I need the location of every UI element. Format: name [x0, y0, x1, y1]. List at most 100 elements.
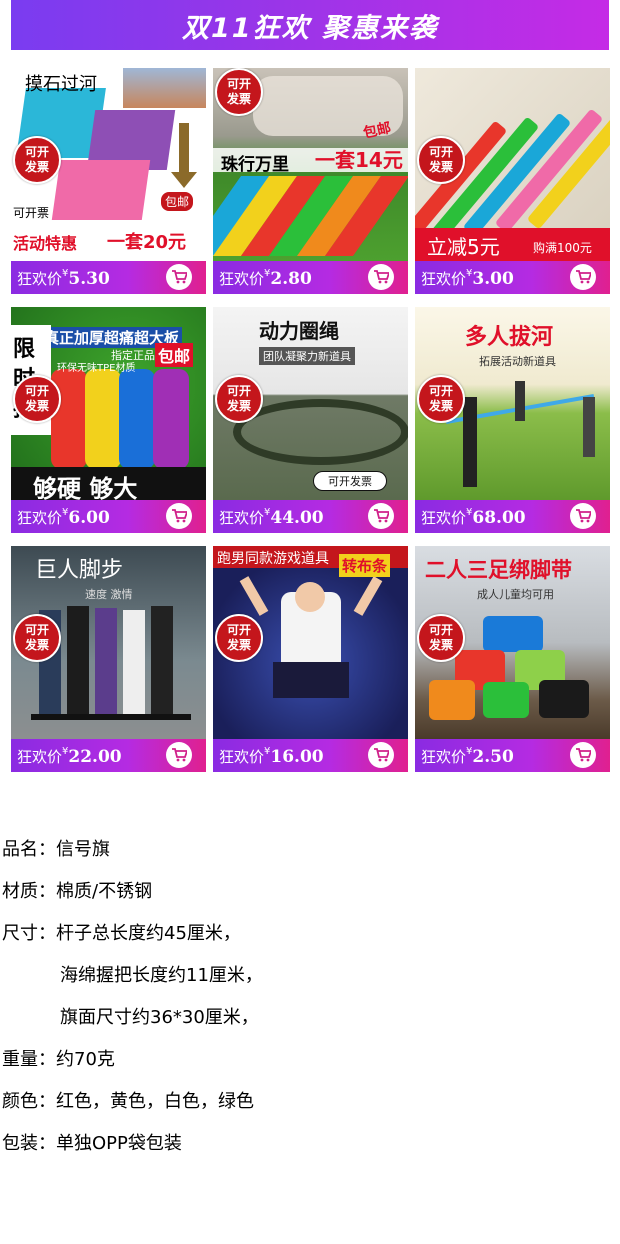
add-to-cart-button[interactable] [570, 264, 596, 290]
spec-row-size-cont: 海绵握把长度约11厘米， [60, 961, 263, 987]
price-value: 3.00 [472, 269, 514, 289]
add-to-cart-button[interactable] [570, 742, 596, 768]
spec-label: 材质： [2, 881, 56, 902]
product-caption: 珠行万里 [221, 155, 289, 175]
invoice-badge: 可开 发票 [417, 375, 465, 423]
product-caption: 巨人脚步 [35, 558, 124, 583]
price-value: 5.30 [68, 269, 110, 289]
product-card[interactable]: 二人三足绑脚带 成人儿童均可用 可开 发票 狂欢价¥2.50 [415, 546, 610, 772]
product-card[interactable]: 巨人脚步 速度 激情 可开 发票 狂欢价¥22.00 [11, 546, 206, 772]
product-card[interactable]: 珠行万里 一套14元 包邮 可开 发票 狂欢价¥2.80 [213, 68, 408, 294]
price-value: 16.00 [270, 747, 324, 767]
price-bar: 狂欢价¥16.00 [213, 739, 408, 772]
product-caption: 环保无味TPE材质 [57, 363, 136, 374]
cart-icon [576, 748, 591, 762]
add-to-cart-button[interactable] [368, 264, 394, 290]
product-caption: 成人儿童均可用 [477, 588, 554, 601]
price-value: 2.80 [270, 269, 312, 289]
add-to-cart-button[interactable] [570, 503, 596, 529]
price-label: 狂欢价¥44.00 [219, 507, 324, 528]
product-caption: 速度 激情 [85, 588, 133, 601]
product-caption: 一套14元 [315, 148, 403, 172]
price-value: 6.00 [68, 508, 110, 528]
price-label: 狂欢价¥5.30 [17, 268, 110, 289]
add-to-cart-button[interactable] [166, 503, 192, 529]
price-bar: 狂欢价¥5.30 [11, 261, 206, 294]
cart-icon [374, 270, 389, 284]
invoice-label: 可开发票 [313, 471, 387, 491]
product-caption: 二人三足绑脚带 [425, 558, 572, 582]
product-caption: 动力圈绳 [259, 319, 339, 343]
price-value: 44.00 [270, 508, 324, 528]
banner-title: 双11狂欢 聚惠来袭 [182, 12, 438, 44]
price-label: 狂欢价¥6.00 [17, 507, 110, 528]
product-card[interactable]: 多人拔河 拓展活动新道具 可开 发票 狂欢价¥68.00 [415, 307, 610, 533]
price-label: 狂欢价¥22.00 [17, 746, 122, 767]
price-bar: 狂欢价¥3.00 [415, 261, 610, 294]
invoice-badge: 可开 发票 [13, 136, 61, 184]
promo-banner: 双11狂欢 聚惠来袭 [11, 0, 609, 50]
product-card[interactable]: 动力圈绳 团队凝聚力新道具 可开发票 可开 发票 狂欢价¥44.00 [213, 307, 408, 533]
product-card[interactable]: 立减5元 购满100元 可开 发票 狂欢价¥3.00 [415, 68, 610, 294]
free-shipping-tag: 包邮 [155, 343, 194, 367]
invoice-badge: 可开 发票 [215, 375, 263, 423]
product-caption: 购满100元 [533, 241, 592, 255]
add-to-cart-button[interactable] [368, 742, 394, 768]
price-label: 狂欢价¥2.50 [421, 746, 514, 767]
invoice-badge: 可开 发票 [215, 68, 263, 116]
price-bar: 狂欢价¥68.00 [415, 500, 610, 533]
add-to-cart-button[interactable] [368, 503, 394, 529]
price-label: 狂欢价¥2.80 [219, 268, 312, 289]
spec-label: 包装： [2, 1133, 56, 1154]
price-bar: 狂欢价¥44.00 [213, 500, 408, 533]
cart-icon [172, 270, 187, 284]
spec-row-material: 材质：棉质/不锈钢 [2, 877, 152, 903]
product-caption: 转布条 [339, 554, 391, 577]
product-card[interactable]: 跑男同款游戏道具 转布条 可开 发票 狂欢价¥16.00 [213, 546, 408, 772]
invoice-badge: 可开 发票 [13, 375, 61, 423]
spec-value: 红色，黄色，白色，绿色 [56, 1091, 254, 1112]
cart-icon [576, 270, 591, 284]
spec-label: 颜色： [2, 1091, 56, 1112]
invoice-badge: 可开 发票 [417, 136, 465, 184]
price-bar: 狂欢价¥2.50 [415, 739, 610, 772]
price-label: 狂欢价¥68.00 [421, 507, 526, 528]
product-card[interactable]: 摸石过河 可开票 包邮 活动特惠 一套20元 可开 发票 狂欢价¥5.30 [11, 68, 206, 294]
product-caption: 可开票 [13, 206, 50, 220]
product-caption: 活动特惠 [13, 234, 78, 253]
spec-value: 信号旗 [56, 839, 110, 860]
product-caption: 团队凝聚力新道具 [259, 347, 355, 365]
cart-icon [374, 748, 389, 762]
cart-icon [172, 509, 187, 523]
spec-label: 重量： [2, 1049, 56, 1070]
price-label: 狂欢价¥16.00 [219, 746, 324, 767]
spec-label: 尺寸： [2, 923, 56, 944]
cart-icon [172, 748, 187, 762]
free-shipping-tag: 包邮 [161, 192, 194, 211]
invoice-badge: 可开 发票 [13, 614, 61, 662]
spec-value: 海绵握把长度约11厘米， [60, 965, 263, 986]
price-value: 2.50 [472, 747, 514, 767]
add-to-cart-button[interactable] [166, 742, 192, 768]
spec-value: 约70克 [56, 1049, 115, 1070]
product-card[interactable]: 真正加厚超痛超大板 指定正品 环保无味TPE材质 限时抢 包邮 够硬 够大 可开… [11, 307, 206, 533]
spec-row-packaging: 包装：单独OPP袋包装 [2, 1129, 182, 1155]
product-caption: 够硬 够大 [33, 475, 138, 500]
price-value: 68.00 [472, 508, 526, 528]
product-caption: 一套20元 [107, 232, 187, 253]
cart-icon [576, 509, 591, 523]
price-bar: 狂欢价¥22.00 [11, 739, 206, 772]
spec-value: 棉质/不锈钢 [56, 881, 153, 902]
add-to-cart-button[interactable] [166, 264, 192, 290]
spec-value: 旗面尺寸约36*30厘米， [60, 1007, 259, 1028]
spec-row-size-cont: 旗面尺寸约36*30厘米， [60, 1003, 259, 1029]
invoice-badge: 可开 发票 [417, 614, 465, 662]
spec-row-color: 颜色：红色，黄色，白色，绿色 [2, 1087, 254, 1113]
product-caption: 摸石过河 [25, 74, 97, 95]
price-value: 22.00 [68, 747, 122, 767]
product-caption: 立减5元 [427, 235, 500, 259]
price-label: 狂欢价¥3.00 [421, 268, 514, 289]
product-caption: 多人拔河 [465, 325, 554, 350]
spec-row-name: 品名：信号旗 [2, 835, 110, 861]
spec-row-size: 尺寸：杆子总长度约45厘米， [2, 919, 241, 945]
